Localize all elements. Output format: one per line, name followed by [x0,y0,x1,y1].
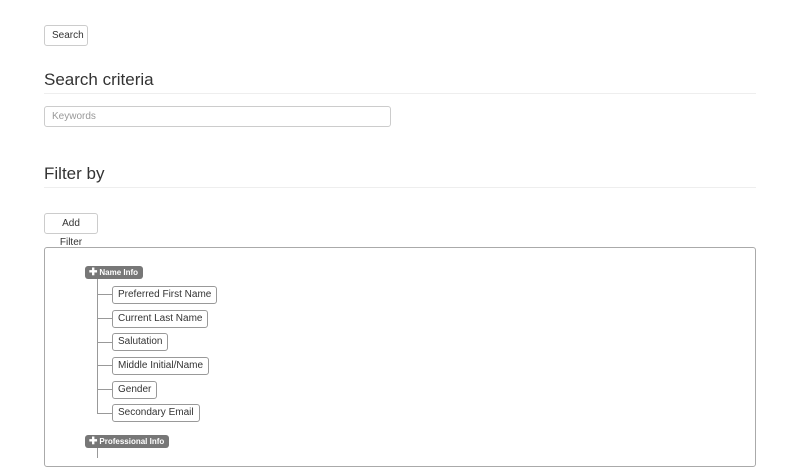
keywords-input[interactable] [44,106,391,127]
tree-item-gender[interactable]: Gender [112,381,158,399]
group-label-name-info: Name Info [99,268,139,277]
tree-item-preferred-first-name[interactable]: Preferred First Name [112,286,218,304]
tree-connector [97,413,112,414]
tree-connector [97,318,112,319]
tree-connector [97,294,112,295]
tree-item-secondary-email[interactable]: Secondary Email [112,404,200,422]
plus-icon: ✚ [89,267,98,278]
tree-branch-line [97,279,98,413]
tree-connector [97,365,112,366]
group-label-professional-info: Professional Info [99,437,165,446]
tree-item-salutation[interactable]: Salutation [112,333,169,351]
tree-item-current-last-name[interactable]: Current Last Name [112,310,209,328]
group-toggle-professional-info[interactable]: ✚ Professional Info [85,435,170,448]
filter-tree-panel: ✚ Name Info Preferred First Name Current … [44,247,756,467]
filter-by-heading: Filter by [44,164,756,188]
tree-connector [97,389,112,390]
plus-icon: ✚ [89,436,98,447]
search-button[interactable]: Search [44,25,88,46]
search-criteria-heading: Search criteria [44,70,756,94]
tree-connector [97,342,112,343]
add-filter-button[interactable]: Add Filter [44,213,98,248]
tree-item-middle-initial-name[interactable]: Middle Initial/Name [112,357,210,375]
group-toggle-name-info[interactable]: ✚ Name Info [85,266,144,279]
